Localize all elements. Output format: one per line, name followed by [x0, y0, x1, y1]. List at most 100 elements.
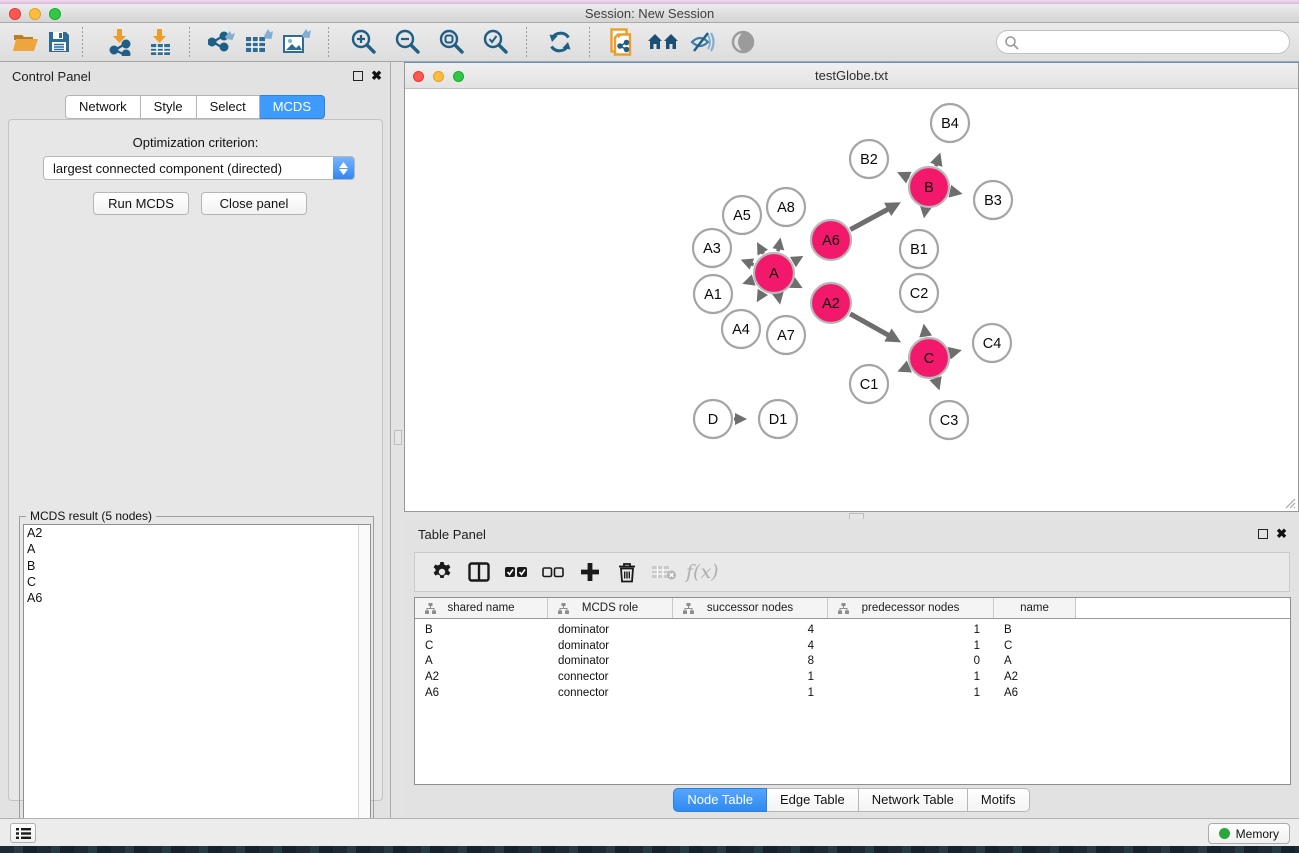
table-settings-gear-icon[interactable] — [423, 555, 460, 589]
column-header-predecessor-nodes[interactable]: predecessor nodes — [828, 598, 994, 618]
save-session-icon[interactable] — [42, 26, 76, 58]
first-neighbors-icon[interactable] — [646, 26, 680, 58]
create-column-icon[interactable] — [571, 555, 608, 589]
close-window-button[interactable] — [9, 8, 21, 20]
svg-text:C2: C2 — [910, 286, 929, 302]
network-canvas[interactable]: B4 B2 B B3 A8A5 A6 A3 B1 A C2 A1 A2 A4A7 C4 C C1 C3 D D1 — [406, 90, 1297, 510]
table-cell: 8 — [673, 655, 828, 667]
export-table-icon[interactable] — [242, 26, 276, 58]
mcds-result-item[interactable]: A2 — [24, 525, 370, 541]
table-row[interactable]: A6connector11A6 — [415, 685, 1290, 701]
tab-style[interactable]: Style — [141, 95, 197, 119]
column-header-name[interactable]: name — [994, 598, 1076, 618]
close-panel-icon[interactable]: ✖ — [371, 68, 382, 84]
svg-text:C3: C3 — [940, 413, 959, 429]
tab-edge-table[interactable]: Edge Table — [767, 788, 859, 812]
mcds-result-item[interactable]: A6 — [24, 590, 370, 606]
graph-node-B3[interactable]: B3 — [974, 181, 1012, 219]
tab-select[interactable]: Select — [197, 95, 260, 119]
hide-selected-icon[interactable] — [686, 26, 720, 58]
refresh-layout-icon[interactable] — [543, 26, 577, 58]
vertical-split-handle[interactable] — [394, 430, 402, 445]
tab-network[interactable]: Network — [65, 95, 141, 119]
graph-node-C[interactable]: C — [909, 338, 949, 378]
mcds-result-item[interactable]: A — [24, 541, 370, 557]
network-zoom-button[interactable] — [453, 71, 464, 82]
mcds-result-item[interactable]: B — [24, 558, 370, 574]
zoom-selected-icon[interactable] — [479, 26, 513, 58]
copy-current-style-icon[interactable] — [606, 26, 640, 58]
mcds-result-item[interactable]: C — [24, 574, 370, 590]
column-header-MCDS-role[interactable]: MCDS role — [548, 598, 673, 618]
network-close-button[interactable] — [413, 71, 424, 82]
column-manager-icon[interactable] — [460, 555, 497, 589]
tab-network-table[interactable]: Network Table — [859, 788, 968, 812]
graph-node-C2[interactable]: C2 — [900, 274, 938, 312]
graph-node-B1[interactable]: B1 — [900, 230, 938, 268]
network-window-titlebar[interactable]: testGlobe.txt — [405, 63, 1298, 89]
column-header-shared-name[interactable]: shared name — [415, 598, 548, 618]
deselect-all-rows-icon[interactable] — [534, 555, 571, 589]
svg-text:C4: C4 — [983, 336, 1002, 352]
list-scrollbar[interactable] — [358, 525, 370, 849]
graph-node-D[interactable]: D — [694, 400, 732, 438]
table-cell: 1 — [828, 640, 994, 652]
zoom-out-icon[interactable] — [391, 26, 425, 58]
table-float-icon[interactable] — [1258, 529, 1268, 539]
graph-node-B4[interactable]: B4 — [931, 104, 969, 142]
graph-node-D1[interactable]: D1 — [759, 400, 797, 438]
export-network-icon[interactable] — [204, 26, 238, 58]
zoom-fit-icon[interactable] — [435, 26, 469, 58]
graph-node-A6[interactable]: A6 — [811, 220, 851, 260]
graph-node-A7[interactable]: A7 — [767, 316, 805, 354]
select-all-rows-icon[interactable] — [497, 555, 534, 589]
criterion-dropdown[interactable]: largest connected component (directed) — [43, 156, 355, 180]
tab-motifs[interactable]: Motifs — [968, 788, 1030, 812]
cytoscape-app: Session: New Session — [0, 0, 1299, 853]
graph-node-A4[interactable]: A4 — [722, 310, 760, 348]
import-table-icon[interactable] — [143, 26, 177, 58]
table-row[interactable]: Adominator80A — [415, 654, 1290, 670]
table-close-icon[interactable]: ✖ — [1276, 526, 1287, 542]
run-mcds-button[interactable]: Run MCDS — [93, 192, 189, 215]
table-row[interactable]: A2connector11A2 — [415, 669, 1290, 685]
column-header-label: MCDS role — [582, 602, 638, 614]
float-panel-icon[interactable] — [353, 71, 363, 81]
graph-node-A3[interactable]: A3 — [693, 229, 731, 267]
graph-node-B2[interactable]: B2 — [850, 140, 888, 178]
table-row[interactable]: Cdominator41C — [415, 638, 1290, 654]
svg-text:B1: B1 — [910, 242, 928, 258]
import-network-icon[interactable] — [103, 26, 137, 58]
column-header-successor-nodes[interactable]: successor nodes — [673, 598, 828, 618]
mcds-result-list[interactable]: A2ABCA6 — [23, 524, 371, 850]
main-titlebar: Session: New Session — [0, 4, 1299, 23]
graph-node-C4[interactable]: C4 — [973, 324, 1011, 362]
zoom-window-button[interactable] — [49, 8, 61, 20]
graph-node-A8[interactable]: A8 — [767, 188, 805, 226]
open-session-icon[interactable] — [8, 26, 42, 58]
graph-node-C1[interactable]: C1 — [850, 365, 888, 403]
search-input[interactable] — [1023, 32, 1283, 52]
close-panel-button[interactable]: Close panel — [201, 192, 307, 215]
graph-node-A[interactable]: A — [754, 253, 794, 293]
task-history-button[interactable] — [10, 823, 36, 843]
graph-node-C3[interactable]: C3 — [930, 401, 968, 439]
network-minimize-button[interactable] — [433, 71, 444, 82]
node-table[interactable]: shared name MCDS role successor nodesprede… — [414, 597, 1291, 785]
table-row[interactable]: Bdominator41B — [415, 622, 1290, 638]
minimize-window-button[interactable] — [29, 8, 41, 20]
delete-column-icon[interactable] — [608, 555, 645, 589]
graph-node-A1[interactable]: A1 — [694, 275, 732, 313]
table-cell: 0 — [828, 655, 994, 667]
graph-node-B[interactable]: B — [909, 167, 949, 207]
graph-node-A2[interactable]: A2 — [811, 283, 851, 323]
tab-node-table[interactable]: Node Table — [673, 788, 767, 812]
export-image-icon[interactable] — [280, 26, 314, 58]
show-hidden-icon[interactable] — [726, 26, 760, 58]
svg-text:C1: C1 — [860, 377, 879, 393]
zoom-in-icon[interactable] — [347, 26, 381, 58]
graph-node-A5[interactable]: A5 — [723, 196, 761, 234]
window-resize-grip[interactable] — [1283, 496, 1296, 509]
tab-mcds[interactable]: MCDS — [260, 95, 325, 119]
memory-button[interactable]: Memory — [1208, 823, 1290, 844]
